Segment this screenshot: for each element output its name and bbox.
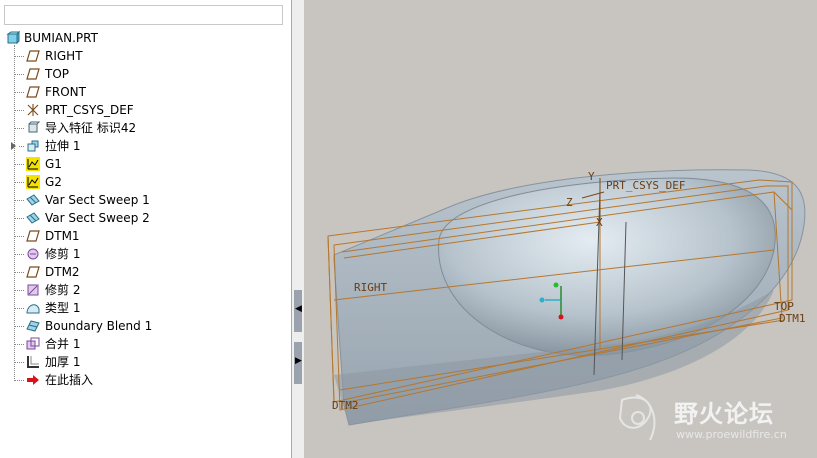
datum-dtm1-label: DTM1 [779, 312, 806, 325]
tree-item-label: DTM1 [45, 229, 80, 243]
tree-item-label: G2 [45, 175, 62, 189]
tree-item-label: 导入特征 标识42 [45, 121, 137, 135]
model-tree-filter-field[interactable] [4, 5, 283, 25]
datum-graph-icon [26, 175, 40, 189]
insert-here-arrow-icon[interactable] [26, 373, 40, 387]
panel-splitter[interactable]: ◀ ▶ [292, 0, 304, 458]
tree-item-label: PRT_CSYS_DEF [45, 103, 134, 117]
tree-item-label: G1 [45, 157, 62, 171]
collapse-left-button[interactable]: ◀ [294, 290, 302, 332]
thicken-icon [27, 356, 39, 368]
boundary-blend-icon [26, 320, 40, 332]
chevron-left-icon: ◀ [295, 304, 302, 314]
tree-item-label: Boundary Blend 1 [45, 319, 153, 333]
datum-plane-icon [26, 68, 40, 80]
tree-item-label: 修剪 1 [45, 247, 81, 261]
trim-icon [27, 248, 39, 260]
tree-connector-line [14, 45, 15, 381]
tree-item-label: 在此插入 [45, 373, 94, 387]
datum-dtm2-label: DTM2 [332, 399, 359, 412]
extrude-icon [27, 140, 39, 152]
part-icon [6, 31, 20, 45]
import-feature-icon [28, 121, 40, 133]
tree-item-label: 合并 1 [45, 337, 81, 351]
coordinate-system-icon [27, 104, 39, 116]
datum-plane-icon [26, 86, 40, 98]
style-icon [26, 304, 40, 314]
tree-item-label: Var Sect Sweep 1 [45, 193, 150, 207]
datum-plane-icon [26, 230, 40, 242]
watermark-text: 野火论坛 [674, 400, 774, 428]
expand-arrow-icon[interactable] [11, 142, 16, 150]
trim-icon [27, 284, 39, 296]
watermark-url: www.proewildfire.cn [676, 428, 787, 441]
watermark-logo [618, 394, 656, 441]
tree-item-label: RIGHT [45, 49, 83, 63]
merge-icon [26, 337, 40, 350]
datum-plane-icon [26, 266, 40, 278]
model-view: Y Z X PRT_CSYS_DEF RIGHT TOP DTM1 DTM2 [327, 169, 806, 441]
chevron-right-icon: ▶ [295, 356, 302, 366]
csys-label: PRT_CSYS_DEF [606, 179, 685, 192]
axis-x-label: X [596, 216, 603, 229]
datum-graph-icon [26, 157, 40, 171]
tree-item-label: 拉伸 1 [45, 139, 81, 153]
tree-item-label: 加厚 1 [45, 355, 81, 369]
graphics-viewport[interactable]: Y Z X PRT_CSYS_DEF RIGHT TOP DTM1 DTM2 野… [304, 0, 817, 458]
datum-plane-icon [26, 50, 40, 62]
axis-y-label: Y [588, 170, 595, 183]
tree-item-label: 类型 1 [45, 301, 81, 315]
datum-right-label: RIGHT [354, 281, 387, 294]
sweep-icon [26, 194, 40, 206]
tree-item-label: FRONT [45, 85, 86, 99]
tree-item-label: DTM2 [45, 265, 80, 279]
tree-root-label: BUMIAN.PRT [24, 31, 98, 45]
expand-right-button[interactable]: ▶ [294, 342, 302, 384]
sweep-icon [26, 212, 40, 224]
tree-item-label: TOP [45, 67, 70, 81]
tree-item-label: Var Sect Sweep 2 [45, 211, 150, 225]
tree-item-label: 修剪 2 [45, 283, 81, 297]
axis-z-label: Z [566, 196, 573, 209]
model-tree-panel: BUMIAN.PRT RIGHT TOP FRONT PRT_CSYS_DEF [0, 0, 292, 458]
